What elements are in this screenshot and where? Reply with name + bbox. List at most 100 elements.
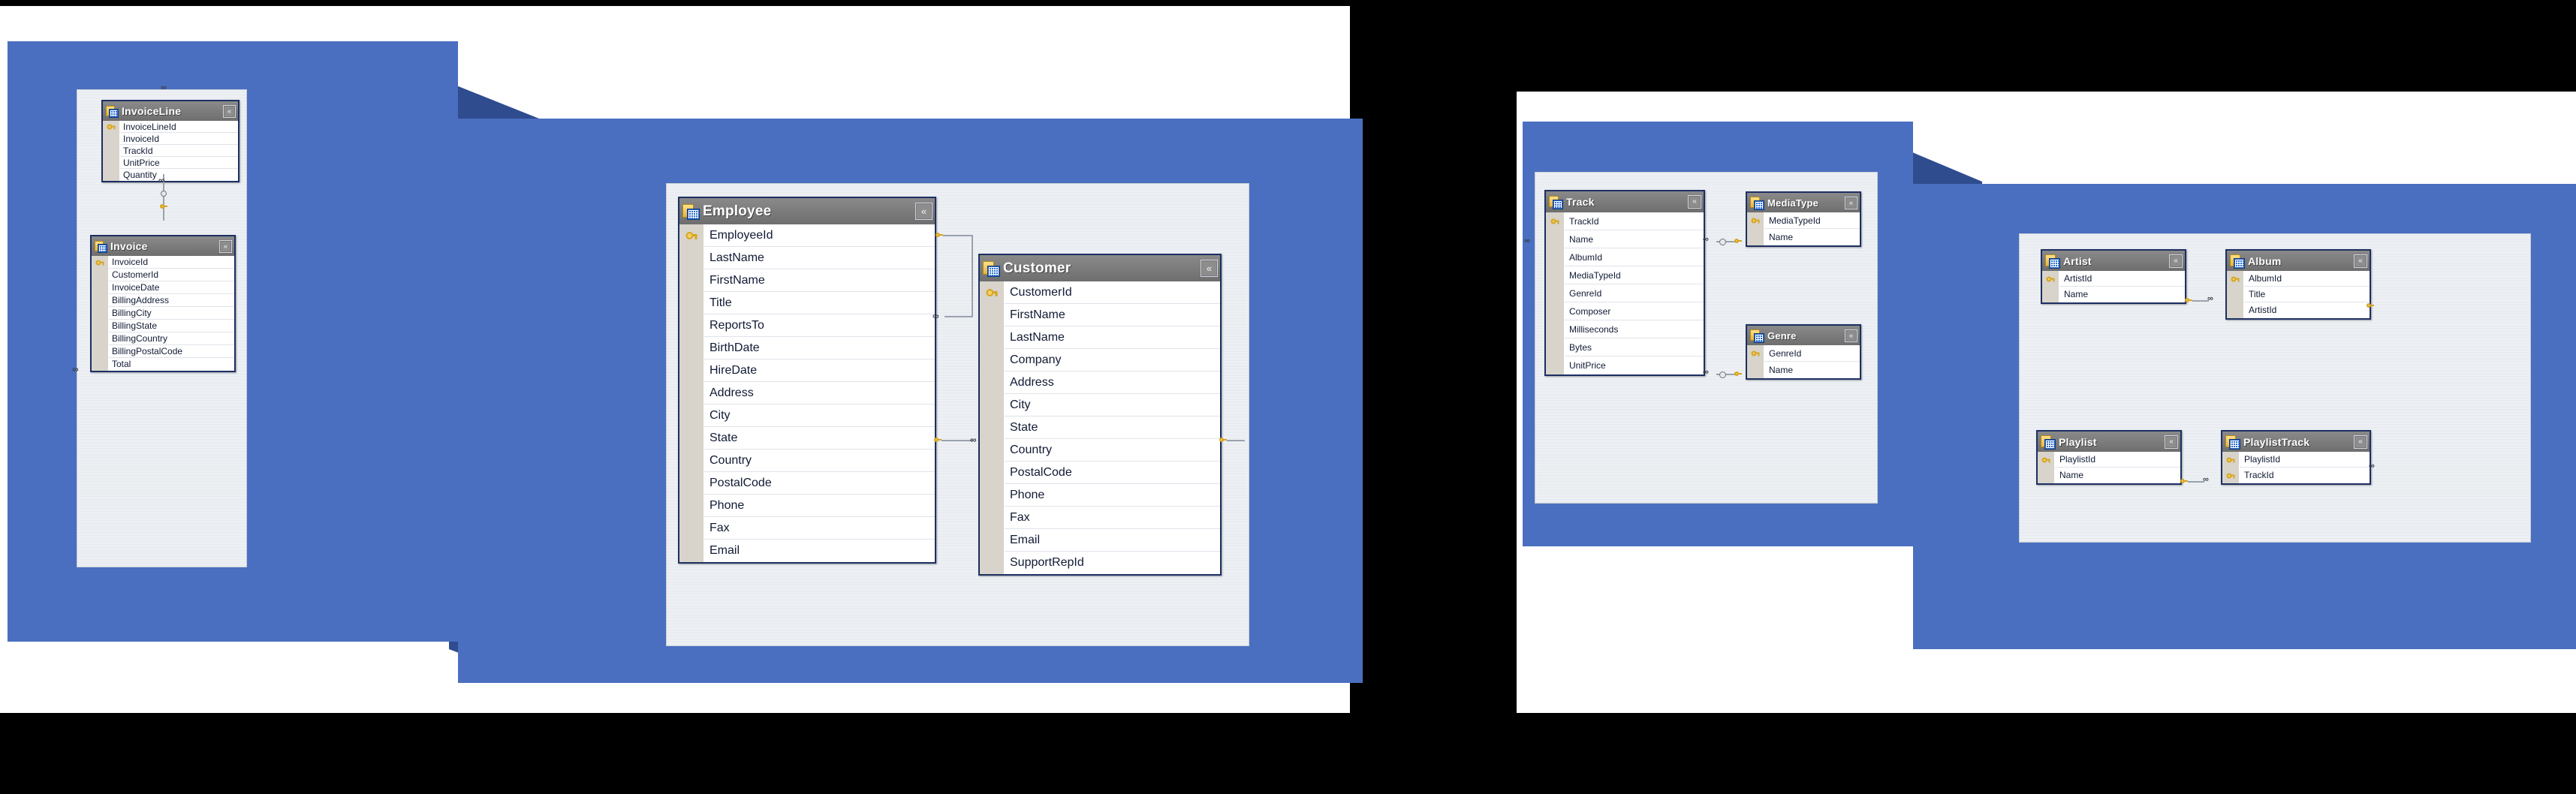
collapse-chevron-icon[interactable]: « <box>2165 435 2178 449</box>
entity-playlisttrack[interactable]: PlaylistTrack « PlaylistId TrackId <box>2221 430 2371 485</box>
field-row[interactable]: UnitPrice <box>1565 356 1704 374</box>
field-row[interactable]: EmployeeId <box>704 224 935 247</box>
field-row[interactable]: SupportRepId <box>1005 552 1220 574</box>
field-row[interactable]: State <box>1005 417 1220 439</box>
field-row[interactable]: Fax <box>704 517 935 540</box>
field-row[interactable]: City <box>1005 394 1220 417</box>
collapse-chevron-icon[interactable]: « <box>2354 435 2367 449</box>
entity-header[interactable]: Customer « <box>980 255 1220 281</box>
entity-header[interactable]: Artist « <box>2042 251 2185 271</box>
field-row[interactable]: CustomerId <box>1005 281 1220 304</box>
field-row[interactable]: Address <box>704 382 935 405</box>
entity-header[interactable]: Employee « <box>679 198 935 224</box>
field-row[interactable]: PlaylistId <box>2055 452 2180 468</box>
field-row[interactable]: PostalCode <box>704 472 935 495</box>
field-row[interactable]: InvoiceDate <box>109 281 234 294</box>
collapse-chevron-icon[interactable]: « <box>223 104 236 118</box>
field-row[interactable]: BillingCountry <box>109 332 234 345</box>
field-row[interactable]: Name <box>2059 287 2185 302</box>
field-row[interactable]: BillingState <box>109 320 234 332</box>
entity-playlist[interactable]: Playlist « PlaylistId Name <box>2036 430 2182 485</box>
field-row[interactable]: Phone <box>1005 484 1220 507</box>
entity-invoice[interactable]: Invoice « InvoiceId CustomerId InvoiceDa… <box>90 235 236 372</box>
entity-artist[interactable]: Artist « ArtistId Name <box>2041 249 2186 304</box>
field-row[interactable]: UnitPrice <box>120 157 238 169</box>
field-row[interactable]: InvoiceId <box>109 256 234 269</box>
entity-title: MediaType <box>1767 197 1819 209</box>
entity-header[interactable]: Genre « <box>1747 326 1860 345</box>
entity-body: MediaTypeId Name <box>1747 212 1860 245</box>
field-row[interactable]: Email <box>704 540 935 562</box>
field-row[interactable]: FirstName <box>704 269 935 292</box>
field-row[interactable]: AlbumId <box>2244 271 2370 287</box>
collapse-chevron-icon[interactable]: « <box>2354 254 2367 268</box>
field-row[interactable]: Country <box>704 450 935 472</box>
entity-header[interactable]: MediaType « <box>1747 193 1860 212</box>
field-row[interactable]: Total <box>109 358 234 371</box>
field-row[interactable]: State <box>704 427 935 450</box>
field-row[interactable]: Composer <box>1565 302 1704 320</box>
field-row[interactable]: Company <box>1005 349 1220 371</box>
collapse-chevron-icon[interactable]: « <box>1688 195 1701 209</box>
collapse-chevron-icon[interactable]: « <box>1201 260 1218 277</box>
field-row[interactable]: MediaTypeId <box>1565 266 1704 284</box>
field-row[interactable]: Name <box>1764 229 1860 245</box>
entity-customer[interactable]: Customer « CustomerId FirstName LastName… <box>978 254 1222 576</box>
field-row[interactable]: Address <box>1005 371 1220 394</box>
field-row[interactable]: InvoiceLineId <box>120 121 238 133</box>
entity-genre[interactable]: Genre « GenreId Name <box>1746 324 1861 380</box>
field-row[interactable]: FirstName <box>1005 304 1220 326</box>
field-row[interactable]: Phone <box>704 495 935 517</box>
field-row[interactable]: Name <box>2055 468 2180 483</box>
field-row[interactable]: Fax <box>1005 507 1220 529</box>
field-row[interactable]: ArtistId <box>2059 271 2185 287</box>
field-row[interactable]: TrackId <box>2240 468 2370 483</box>
entity-header[interactable]: Track « <box>1546 191 1704 212</box>
entity-album[interactable]: Album « AlbumId Title ArtistId <box>2225 249 2371 320</box>
field-row[interactable]: BillingPostalCode <box>109 345 234 358</box>
entity-header[interactable]: PlaylistTrack « <box>2222 432 2370 452</box>
field-row[interactable]: Title <box>704 292 935 314</box>
field-row[interactable]: BillingCity <box>109 307 234 320</box>
field-row[interactable]: Email <box>1005 529 1220 552</box>
field-row[interactable]: GenreId <box>1565 284 1704 302</box>
field-row[interactable]: Bytes <box>1565 338 1704 356</box>
field-row[interactable]: Country <box>1005 439 1220 462</box>
field-row[interactable]: AlbumId <box>1565 248 1704 266</box>
field-row[interactable]: CustomerId <box>109 269 234 281</box>
entity-invoiceline[interactable]: InvoiceLine « InvoiceLineId InvoiceId Tr… <box>101 100 240 182</box>
field-row[interactable]: LastName <box>704 247 935 269</box>
collapse-chevron-icon[interactable]: « <box>915 203 932 220</box>
field-row[interactable]: TrackId <box>1565 212 1704 230</box>
entity-employee[interactable]: Employee « EmployeeId LastName FirstName… <box>678 197 936 564</box>
field-row[interactable]: ReportsTo <box>704 314 935 337</box>
field-row[interactable]: Name <box>1565 230 1704 248</box>
field-row[interactable]: MediaTypeId <box>1764 212 1860 229</box>
entity-track[interactable]: Track « TrackId Name AlbumId MediaTypeId… <box>1544 190 1705 376</box>
field-row[interactable]: BillingAddress <box>109 294 234 307</box>
field-row[interactable]: TrackId <box>120 145 238 157</box>
field-row[interactable]: PlaylistId <box>2240 452 2370 468</box>
field-row[interactable]: GenreId <box>1764 345 1860 362</box>
entity-header[interactable]: Invoice « <box>92 236 234 256</box>
field-row[interactable]: ArtistId <box>2244 302 2370 318</box>
entity-header[interactable]: InvoiceLine « <box>103 101 238 121</box>
field-row[interactable]: City <box>704 405 935 427</box>
collapse-chevron-icon[interactable]: « <box>1845 196 1857 209</box>
field-row[interactable]: Title <box>2244 287 2370 302</box>
primary-key-marker <box>2222 468 2239 483</box>
field-row[interactable]: LastName <box>1005 326 1220 349</box>
collapse-chevron-icon[interactable]: « <box>1845 329 1857 342</box>
field-row[interactable]: InvoiceId <box>120 133 238 145</box>
entity-mediatype[interactable]: MediaType « MediaTypeId Name <box>1746 191 1861 247</box>
field-row[interactable]: BirthDate <box>704 337 935 359</box>
many-symbol: ∞ <box>970 435 977 445</box>
field-row[interactable]: Name <box>1764 362 1860 378</box>
collapse-chevron-icon[interactable]: « <box>2169 254 2183 268</box>
collapse-chevron-icon[interactable]: « <box>219 239 232 253</box>
field-row[interactable]: HireDate <box>704 359 935 382</box>
entity-header[interactable]: Playlist « <box>2038 432 2180 452</box>
field-row[interactable]: Milliseconds <box>1565 320 1704 338</box>
entity-header[interactable]: Album « <box>2227 251 2370 271</box>
field-row[interactable]: PostalCode <box>1005 462 1220 484</box>
